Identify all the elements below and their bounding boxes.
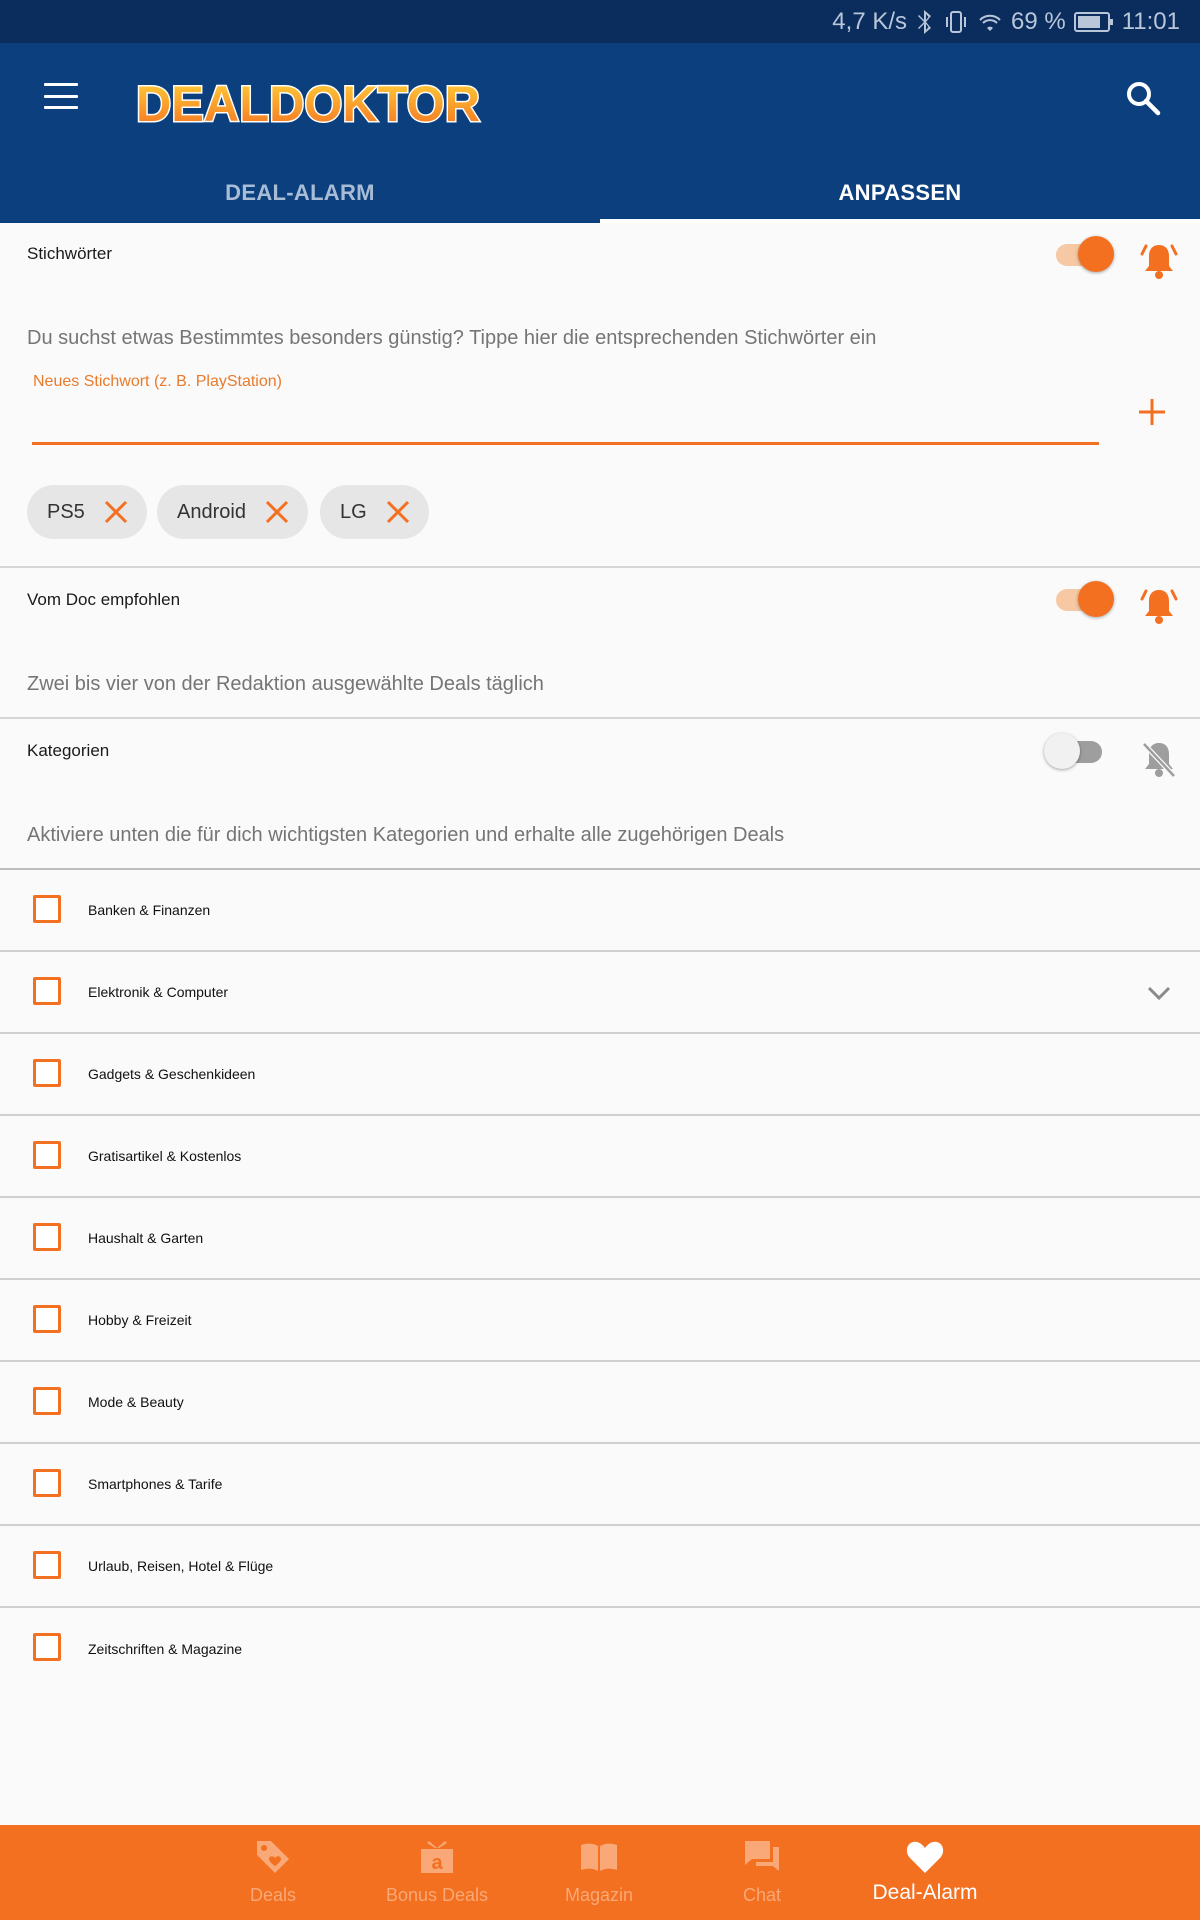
- chip-label: LG: [340, 500, 367, 523]
- status-bar: 4,7 K/s 69 % 11:01: [0, 0, 1200, 43]
- bluetooth-icon: [918, 9, 932, 34]
- nav-deals[interactable]: Deals: [223, 1825, 323, 1920]
- category-checkbox[interactable]: [33, 1633, 61, 1661]
- category-row-hobby[interactable]: Hobby & Freizeit: [0, 1280, 1200, 1362]
- keywords-title: Stichwörter: [27, 244, 113, 263]
- search-icon[interactable]: [1124, 79, 1162, 117]
- keyword-chip: LG: [320, 485, 429, 539]
- category-row-haushalt[interactable]: Haushalt & Garten: [0, 1198, 1200, 1280]
- bell-off-icon[interactable]: [1140, 738, 1178, 780]
- close-icon[interactable]: [103, 499, 129, 525]
- svg-text:a: a: [431, 1852, 443, 1874]
- categories-toggle[interactable]: [1044, 731, 1106, 771]
- category-label: Elektronik & Computer: [88, 984, 229, 1000]
- nav-label: Deals: [249, 1885, 297, 1905]
- wifi-icon: [979, 14, 1001, 31]
- nav-deal-alarm[interactable]: Deal-Alarm: [862, 1825, 988, 1920]
- nav-label: Deal-Alarm: [872, 1881, 978, 1904]
- category-row-gadgets[interactable]: Gadgets & Geschenkideen: [0, 1034, 1200, 1116]
- keyword-chip: Android: [157, 485, 308, 539]
- category-row-banken[interactable]: Banken & Finanzen: [0, 870, 1200, 952]
- close-icon[interactable]: [385, 499, 411, 525]
- network-speed: 4,7 K/s: [832, 7, 908, 35]
- tab-deal-alarm[interactable]: DEAL-ALARM: [0, 163, 600, 223]
- tab-bar: DEAL-ALARM ANPASSEN: [0, 163, 1200, 223]
- category-label: Urlaub, Reisen, Hotel & Flüge: [88, 1558, 274, 1574]
- keyword-chip: PS5: [27, 485, 147, 539]
- category-label: Mode & Beauty: [88, 1394, 184, 1410]
- category-checkbox[interactable]: [33, 1551, 61, 1579]
- open-book-icon: [581, 1843, 617, 1871]
- category-checkbox[interactable]: [33, 1223, 61, 1251]
- svg-text:DEALDOKTOR: DEALDOKTOR: [136, 76, 480, 132]
- tag-icon: [257, 1841, 289, 1873]
- app-bar: DEALDOKTOR DEAL-ALARM ANPASSEN: [0, 43, 1200, 223]
- nav-magazin[interactable]: Magazin: [549, 1825, 649, 1920]
- bell-active-icon[interactable]: [1140, 240, 1178, 282]
- category-label: Gratisartikel & Kostenlos: [88, 1148, 242, 1164]
- section-divider: [0, 717, 1200, 719]
- tab-anpassen[interactable]: ANPASSEN: [600, 163, 1200, 223]
- category-label: Smartphones & Tarife: [88, 1476, 223, 1492]
- category-checkbox[interactable]: [33, 1387, 61, 1415]
- close-icon[interactable]: [264, 499, 290, 525]
- category-checkbox[interactable]: [33, 1141, 61, 1169]
- category-checkbox[interactable]: [33, 977, 61, 1005]
- category-label: Hobby & Freizeit: [88, 1312, 192, 1328]
- category-checkbox[interactable]: [33, 895, 61, 923]
- chip-label: PS5: [47, 500, 85, 523]
- categories-title: Kategorien: [27, 741, 110, 760]
- chip-label: Android: [177, 500, 246, 523]
- dealdoktor-logo: DEALDOKTOR: [135, 75, 482, 134]
- vibrate-icon: [946, 10, 967, 33]
- category-row-gratisartikel[interactable]: Gratisartikel & Kostenlos: [0, 1116, 1200, 1198]
- bell-active-icon[interactable]: [1140, 585, 1178, 627]
- nav-label: Magazin: [564, 1885, 634, 1905]
- nav-label: Chat: [742, 1885, 782, 1905]
- menu-icon[interactable]: [44, 83, 78, 109]
- chat-bubbles-icon: [745, 1841, 779, 1871]
- keyword-input-label: Neues Stichwort (z. B. PlayStation): [33, 373, 282, 390]
- bottom-navigation: Deals a Bonus Deals Magazin Chat Deal-Al…: [0, 1825, 1200, 1920]
- heart-icon: [906, 1841, 944, 1873]
- gift-box-icon: a: [421, 1841, 453, 1874]
- recommended-title: Vom Doc empfohlen: [27, 590, 181, 609]
- keyword-input-underline: [32, 442, 1099, 445]
- category-row-urlaub[interactable]: Urlaub, Reisen, Hotel & Flüge: [0, 1526, 1200, 1608]
- nav-chat[interactable]: Chat: [712, 1825, 812, 1920]
- category-row-elektronik[interactable]: Elektronik & Computer: [0, 952, 1200, 1034]
- keyword-input[interactable]: [33, 398, 1098, 442]
- section-divider: [0, 566, 1200, 568]
- category-label: Haushalt & Garten: [88, 1230, 204, 1246]
- category-row-smartphones[interactable]: Smartphones & Tarife: [0, 1444, 1200, 1526]
- category-checkbox[interactable]: [33, 1305, 61, 1333]
- recommended-toggle[interactable]: [1056, 579, 1114, 619]
- clock: 11:01: [1121, 7, 1180, 35]
- categories-description: Aktiviere unten die für dich wichtigsten…: [27, 824, 785, 846]
- keywords-description: Du suchst etwas Bestimmtes besonders gün…: [27, 327, 877, 349]
- category-label: Banken & Finanzen: [88, 902, 211, 918]
- nav-bonus-deals[interactable]: a Bonus Deals: [375, 1825, 499, 1920]
- category-checkbox[interactable]: [33, 1059, 61, 1087]
- recommended-description: Zwei bis vier von der Redaktion ausgewäh…: [27, 673, 544, 695]
- add-keyword-icon[interactable]: [1136, 396, 1168, 428]
- category-row-zeitschriften[interactable]: Zeitschriften & Magazine: [0, 1608, 1200, 1690]
- category-row-mode[interactable]: Mode & Beauty: [0, 1362, 1200, 1444]
- keywords-toggle[interactable]: [1056, 234, 1114, 274]
- category-label: Zeitschriften & Magazine: [88, 1641, 243, 1657]
- category-checkbox[interactable]: [33, 1469, 61, 1497]
- battery-icon: [1073, 11, 1113, 32]
- chevron-down-icon[interactable]: [1146, 980, 1172, 1006]
- battery-percent: 69 %: [1011, 7, 1066, 35]
- nav-label: Bonus Deals: [385, 1885, 489, 1905]
- category-label: Gadgets & Geschenkideen: [88, 1066, 256, 1082]
